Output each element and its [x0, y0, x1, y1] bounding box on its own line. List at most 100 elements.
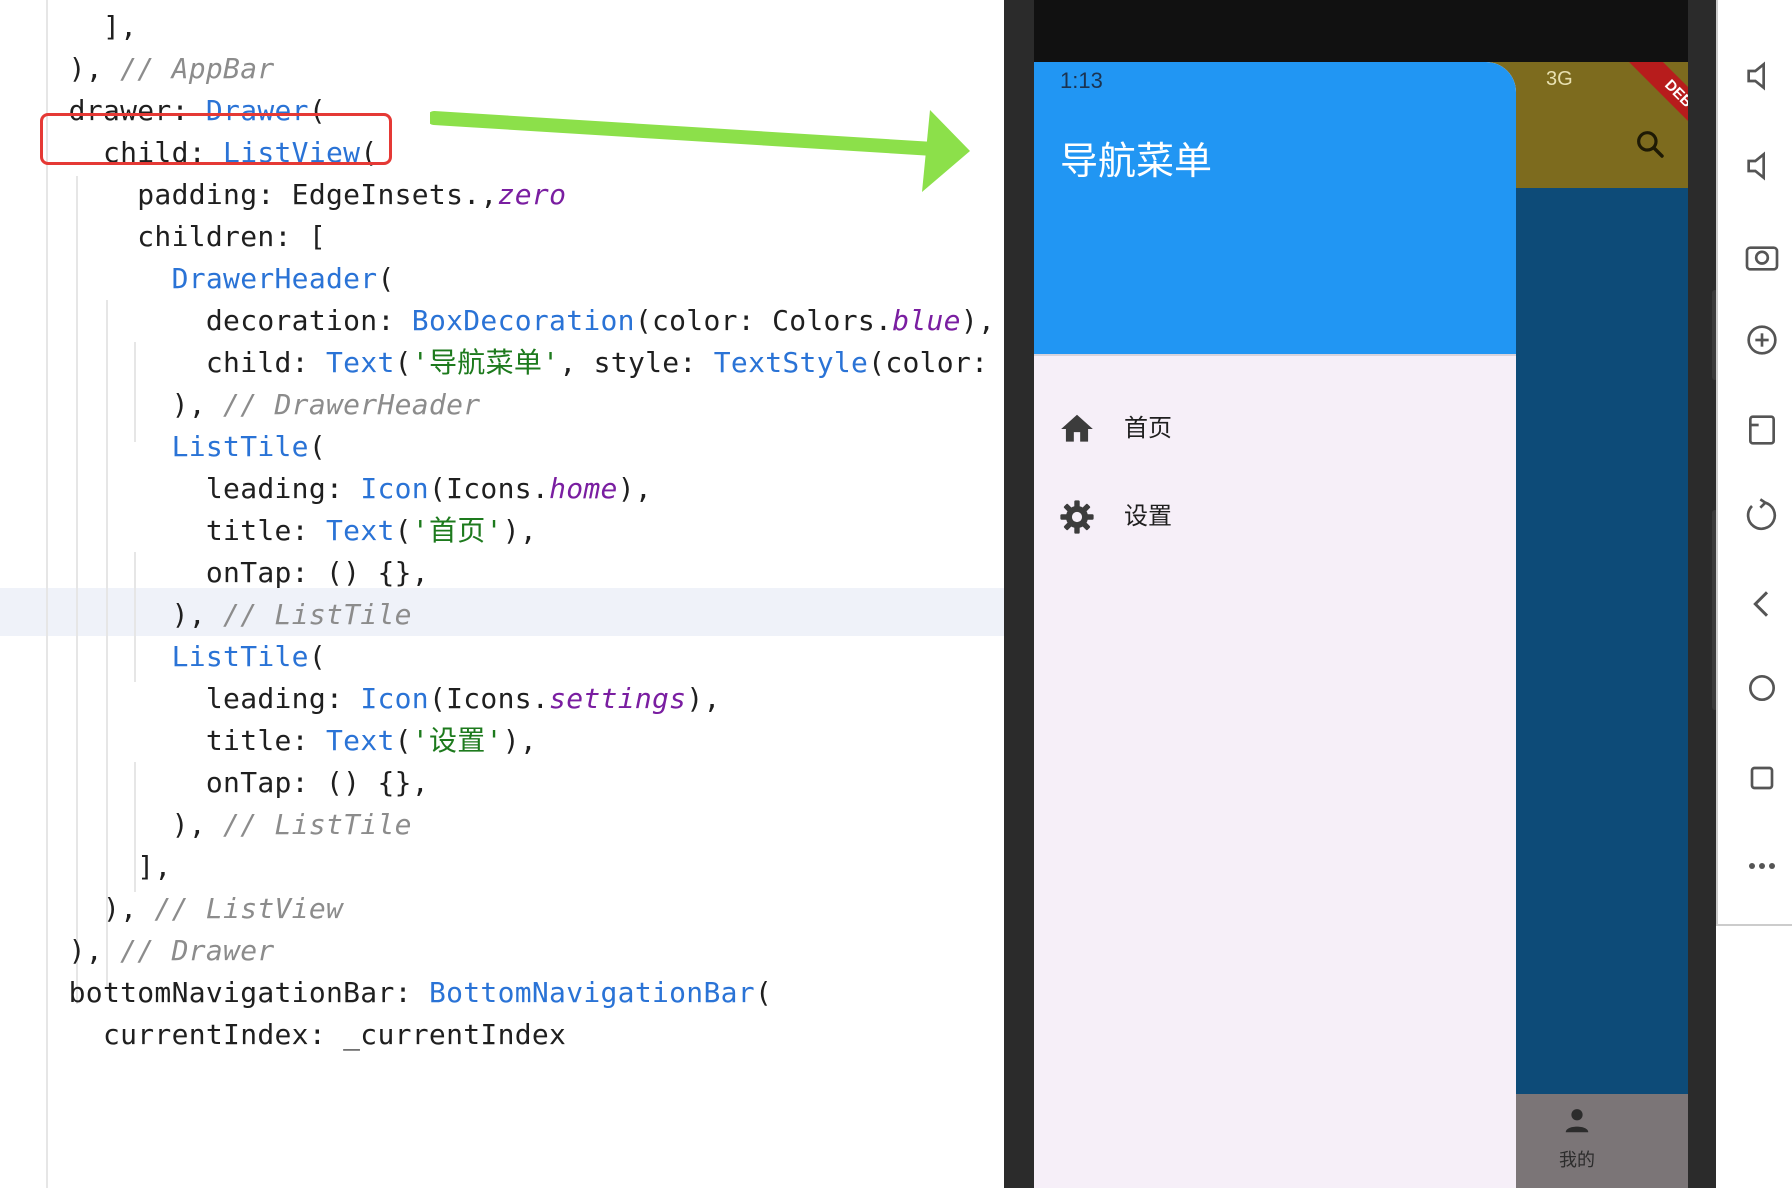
code-token: ( [377, 262, 395, 295]
code-token: child: [0, 346, 326, 379]
code-token: title: [0, 514, 326, 547]
code-line: currentIndex: _currentIndex [0, 1014, 566, 1056]
code-token: blue [892, 304, 961, 337]
code-line: ), // Drawer [0, 930, 275, 972]
code-token: ), [0, 598, 224, 631]
person-icon [1565, 1109, 1589, 1133]
code-token: '首页' [411, 514, 503, 547]
code-token: // Drawer [120, 934, 275, 967]
code-line: onTap: () {}, [0, 552, 429, 594]
code-token: // ListTile [223, 808, 412, 841]
code-line: title: Text('设置'), [0, 720, 537, 762]
code-line: children: [ [0, 216, 326, 258]
code-token: ), [0, 892, 155, 925]
fold-icon[interactable] [1742, 410, 1782, 450]
list-tile-label: 首页 [1124, 414, 1172, 442]
code-token: // ListView [154, 892, 344, 925]
code-token: padding: EdgeInsets. [0, 178, 481, 211]
code-line: leading: Icon(Icons.home), [0, 468, 652, 510]
code-token: '导航菜单' [411, 346, 560, 379]
code-line: DrawerHeader( [0, 258, 395, 300]
code-token: ), [502, 514, 538, 547]
code-token: (color: Colors. [634, 304, 893, 337]
code-token: BoxDecoration [411, 304, 635, 337]
code-line: child: Text('导航菜单', style: TextStyle(col… [0, 342, 1005, 384]
code-token: BottomNavigationBar [428, 976, 755, 1009]
code-token: ListTile [171, 430, 309, 463]
code-token: ( [308, 640, 327, 673]
code-token: // DrawerHeader [223, 388, 481, 421]
code-token: // AppBar [120, 52, 275, 85]
navigation-drawer: 1:13 导航菜单 首页 设置 [1034, 62, 1516, 1188]
code-line: leading: Icon(Icons.settings), [0, 678, 721, 720]
code-line: ], [0, 6, 137, 48]
code-line: onTap: () {}, [0, 762, 429, 804]
code-token: (color: Co [868, 346, 989, 379]
code-token: title: [0, 724, 326, 757]
code-token: '设置' [411, 724, 503, 757]
camera-icon[interactable] [1742, 236, 1782, 276]
code-token: Icon [360, 682, 429, 715]
code-token: ( [394, 346, 412, 379]
nav-item-mine[interactable]: 我的 [1522, 1106, 1632, 1176]
code-token: ), [0, 808, 224, 841]
code-token: ), [0, 934, 121, 967]
code-token: Text [326, 514, 395, 547]
code-token: DrawerHeader [171, 262, 378, 295]
overview-icon[interactable] [1742, 758, 1782, 798]
code-token: ), [617, 472, 653, 505]
list-tile-label: 设置 [1124, 502, 1172, 530]
highlight-box [40, 113, 392, 165]
code-line: title: Text('首页'), [0, 510, 537, 552]
list-tile-settings[interactable]: 设置 [1034, 474, 1516, 562]
code-token: ( [754, 976, 773, 1009]
code-line: decoration: BoxDecoration(color: Colors.… [0, 300, 995, 342]
code-token: onTap: () {}, [0, 766, 429, 799]
green-arrow [430, 110, 970, 192]
code-line: ), // ListView [0, 888, 343, 930]
code-token: leading: [0, 682, 361, 715]
home-circle-icon[interactable] [1742, 668, 1782, 708]
code-token: ), [502, 724, 538, 757]
rotate-icon[interactable] [1742, 496, 1782, 536]
code-token: , style: [559, 346, 714, 379]
code-token: ), [0, 52, 121, 85]
code-line: ), // ListTile [0, 594, 412, 636]
settings-icon [1060, 500, 1094, 534]
code-line: bottomNavigationBar: BottomNavigationBar… [0, 972, 772, 1014]
drawer-header: 1:13 导航菜单 [1034, 62, 1516, 356]
code-token: bottomNavigationBar: [0, 976, 429, 1009]
code-token: onTap: () {}, [0, 556, 429, 589]
home-icon [1061, 414, 1093, 442]
zoom-in-icon[interactable] [1742, 320, 1782, 360]
drawer-header-title: 导航菜单 [1060, 139, 1213, 183]
list-tile-home[interactable]: 首页 [1034, 386, 1516, 474]
code-token: ( [394, 724, 412, 757]
code-line: ), // AppBar [0, 48, 275, 90]
code-token: (Icons. [428, 472, 550, 505]
volume-up-icon[interactable] [1742, 56, 1782, 96]
code-token: ), [960, 304, 996, 337]
code-line: ], [0, 846, 172, 888]
emulator-toolbar [1716, 0, 1792, 926]
code-token: ListTile [171, 640, 309, 673]
debug-ribbon: DEBUG [1620, 62, 1688, 156]
status-network: 3G [1546, 68, 1573, 90]
code-token: (Icons. [428, 682, 550, 715]
code-token: Text [326, 346, 395, 379]
code-line: ), // DrawerHeader [0, 384, 481, 426]
more-icon[interactable] [1742, 846, 1782, 886]
phone-screen[interactable]: 3G DEBUG 我的 1:13 导航菜单 首页 设置 [1034, 62, 1688, 1188]
code-line: ListTile( [0, 636, 326, 678]
code-token: ), [686, 682, 721, 715]
code-token: Text [326, 724, 395, 757]
code-token: settings [549, 682, 687, 715]
volume-down-icon[interactable] [1742, 146, 1782, 186]
code-token: leading: [0, 472, 361, 505]
back-icon[interactable] [1742, 584, 1782, 624]
code-token: TextStyle [713, 346, 869, 379]
code-token: ( [308, 430, 327, 463]
